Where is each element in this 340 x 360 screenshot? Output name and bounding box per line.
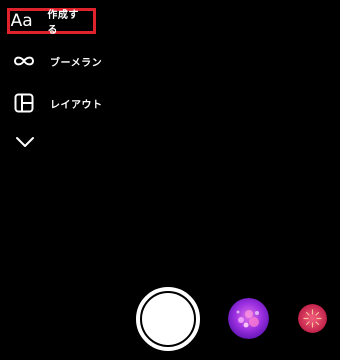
boomerang-mode-label: ブーメラン <box>50 57 103 69</box>
chevron-down-icon <box>16 137 34 147</box>
shutter-button-icon <box>142 293 194 345</box>
infinity-icon <box>8 55 40 67</box>
expand-menu-button[interactable] <box>14 132 36 152</box>
create-mode-label: 作成する <box>47 10 79 36</box>
text-aa-glyph: Aa <box>10 10 33 31</box>
text-aa-icon: Aa <box>10 10 33 31</box>
layout-mode-button[interactable]: レイアウト <box>8 90 103 116</box>
shutter-button[interactable] <box>136 287 200 351</box>
camera-screen: Aa 作成する ブーメラン レイアウト <box>0 0 340 360</box>
boomerang-mode-button[interactable]: ブーメラン <box>8 48 102 74</box>
layout-grid-icon <box>8 93 40 113</box>
layout-mode-label: レイアウト <box>50 99 103 111</box>
effect-filter-red[interactable] <box>298 304 327 333</box>
create-mode-button[interactable]: Aa 作成する <box>7 8 96 36</box>
effect-filter-purple[interactable] <box>228 298 269 339</box>
red-sparkle-effect-icon <box>298 304 327 333</box>
purple-bubbles-effect-icon <box>228 298 269 339</box>
